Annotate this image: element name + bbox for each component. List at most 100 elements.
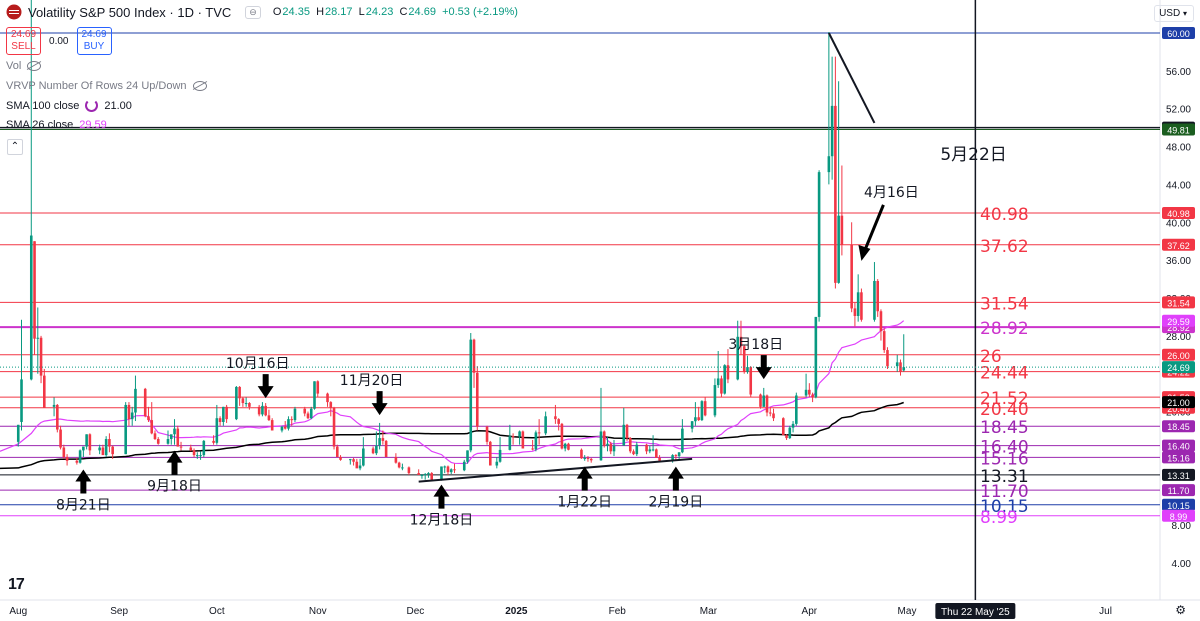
price-axis-tag-text: 21.00 [1167,398,1190,408]
candle-body [225,406,228,420]
candle-body [371,448,375,454]
price-axis-tag: 15.16 [1162,451,1195,464]
ohlc-low: 24.23 [365,6,394,18]
price-axis-tag-text: 18.45 [1167,422,1190,432]
candle-body [16,424,20,442]
y-tick-label: 36.00 [1166,256,1191,267]
candle [332,406,336,450]
candle-body [537,432,541,434]
candle [469,333,473,453]
candle-body [622,424,626,446]
candle-body [602,431,606,446]
candle [602,430,606,448]
ohlc-change: +0.53 (+2.19%) [442,6,518,18]
candle-body [62,447,66,457]
level-annotation: 31.54 [980,294,1029,314]
candle-body [856,292,860,316]
indicator-sma100-label: SMA 100 close [6,99,80,112]
price-axis-tag: 18.45 [1162,420,1195,433]
close-symbol-icon[interactable]: ⊖ [245,5,261,19]
candle-body [609,443,613,452]
candle-body [134,388,137,413]
candle [397,461,401,469]
hidden-eye-icon[interactable] [192,81,207,91]
candle-body [270,420,274,431]
candle-body [52,404,56,407]
candle-body [449,469,453,473]
indicator-sma26-value: 29.59 [79,119,107,131]
sell-button[interactable]: 24.69 SELL [6,27,42,55]
candle [235,386,238,421]
candle-body [746,367,749,372]
x-tick-label: May [898,606,917,617]
candle-body [531,448,534,450]
candle [759,393,762,409]
candle-body [785,435,788,439]
price-axis-tag-text: 16.40 [1167,442,1190,452]
candle-body [873,280,876,320]
candle [700,400,704,422]
level-annotation: 20.40 [980,400,1029,420]
candle-body [267,415,271,421]
candle-body [401,467,404,469]
buy-button[interactable]: 24.69 BUY [76,27,112,55]
spread-value: 0.00 [49,35,69,47]
date-annotation-text: 3月18日 [728,337,783,353]
price-axis-tag-text: 13.31 [1167,471,1190,481]
date-annotation-text: 1月22日 [557,495,612,511]
price-axis-tag: 60.00 [1162,27,1195,39]
candle-body [218,418,222,422]
price-axis-tag: 31.54 [1162,296,1195,309]
candle-body [407,467,411,474]
candle-body [726,365,730,380]
candle-body [658,457,661,461]
candle-body [212,440,215,443]
candle-body [882,331,886,351]
x-tick-label: 2025 [505,606,528,617]
candle-body [287,419,290,429]
candle-body [759,394,762,407]
candle-body [202,440,206,456]
candle-body [795,395,798,424]
candle-body [817,172,821,317]
collapse-legend-icon[interactable]: ⌃ [7,139,23,155]
candle [580,448,583,459]
currency-selector[interactable]: USD ▾ [1154,5,1194,22]
candle-body [498,449,502,462]
candle-body [827,156,831,173]
tradingview-logo-icon[interactable]: 17 [8,576,25,594]
crosshair-date-text: Thu 22 May '25 [941,607,1010,618]
candle-body [472,339,476,373]
candle-body [485,426,489,442]
chevron-down-icon: ▾ [1182,9,1187,18]
candle-body [20,379,23,422]
candle-body [453,469,456,471]
candle-body [508,436,512,450]
candle [814,316,818,399]
candle-body [316,381,320,394]
level-annotation: 24.44 [980,364,1029,384]
gear-icon[interactable]: ⚙ [1175,603,1186,617]
candle-body [394,457,398,463]
candle-body [723,365,726,394]
candle-body [720,378,723,394]
sell-price: 24.69 [11,29,37,40]
candle-body [192,450,196,456]
candle-body [765,395,769,413]
candle-body [589,458,593,461]
price-axis-tag-text: 11.70 [1168,486,1190,496]
candle-body [677,452,681,457]
ohlc-readout: O24.35 H28.17 L24.23 C24.69 +0.53 (+2.19… [272,6,518,18]
price-axis-tag-text: 26.00 [1167,351,1190,361]
candle-body [635,444,639,455]
candle-body [716,378,720,386]
ohlc-close: 24.69 [408,6,436,18]
indicator-sma26[interactable]: SMA 26 close 29.59 [6,119,107,131]
indicator-vrvp[interactable]: VRVP Number Of Rows 24 Up/Down [6,80,207,92]
indicator-vol[interactable]: Vol [6,60,42,72]
level-annotation: 28.92 [980,319,1029,339]
hidden-eye-icon[interactable] [27,61,42,71]
symbol-title[interactable]: Volatility S&P 500 Index · 1D · TVC [28,5,231,20]
candle-body [329,402,333,408]
indicator-sma100[interactable]: SMA 100 close 21.00 [6,99,132,112]
